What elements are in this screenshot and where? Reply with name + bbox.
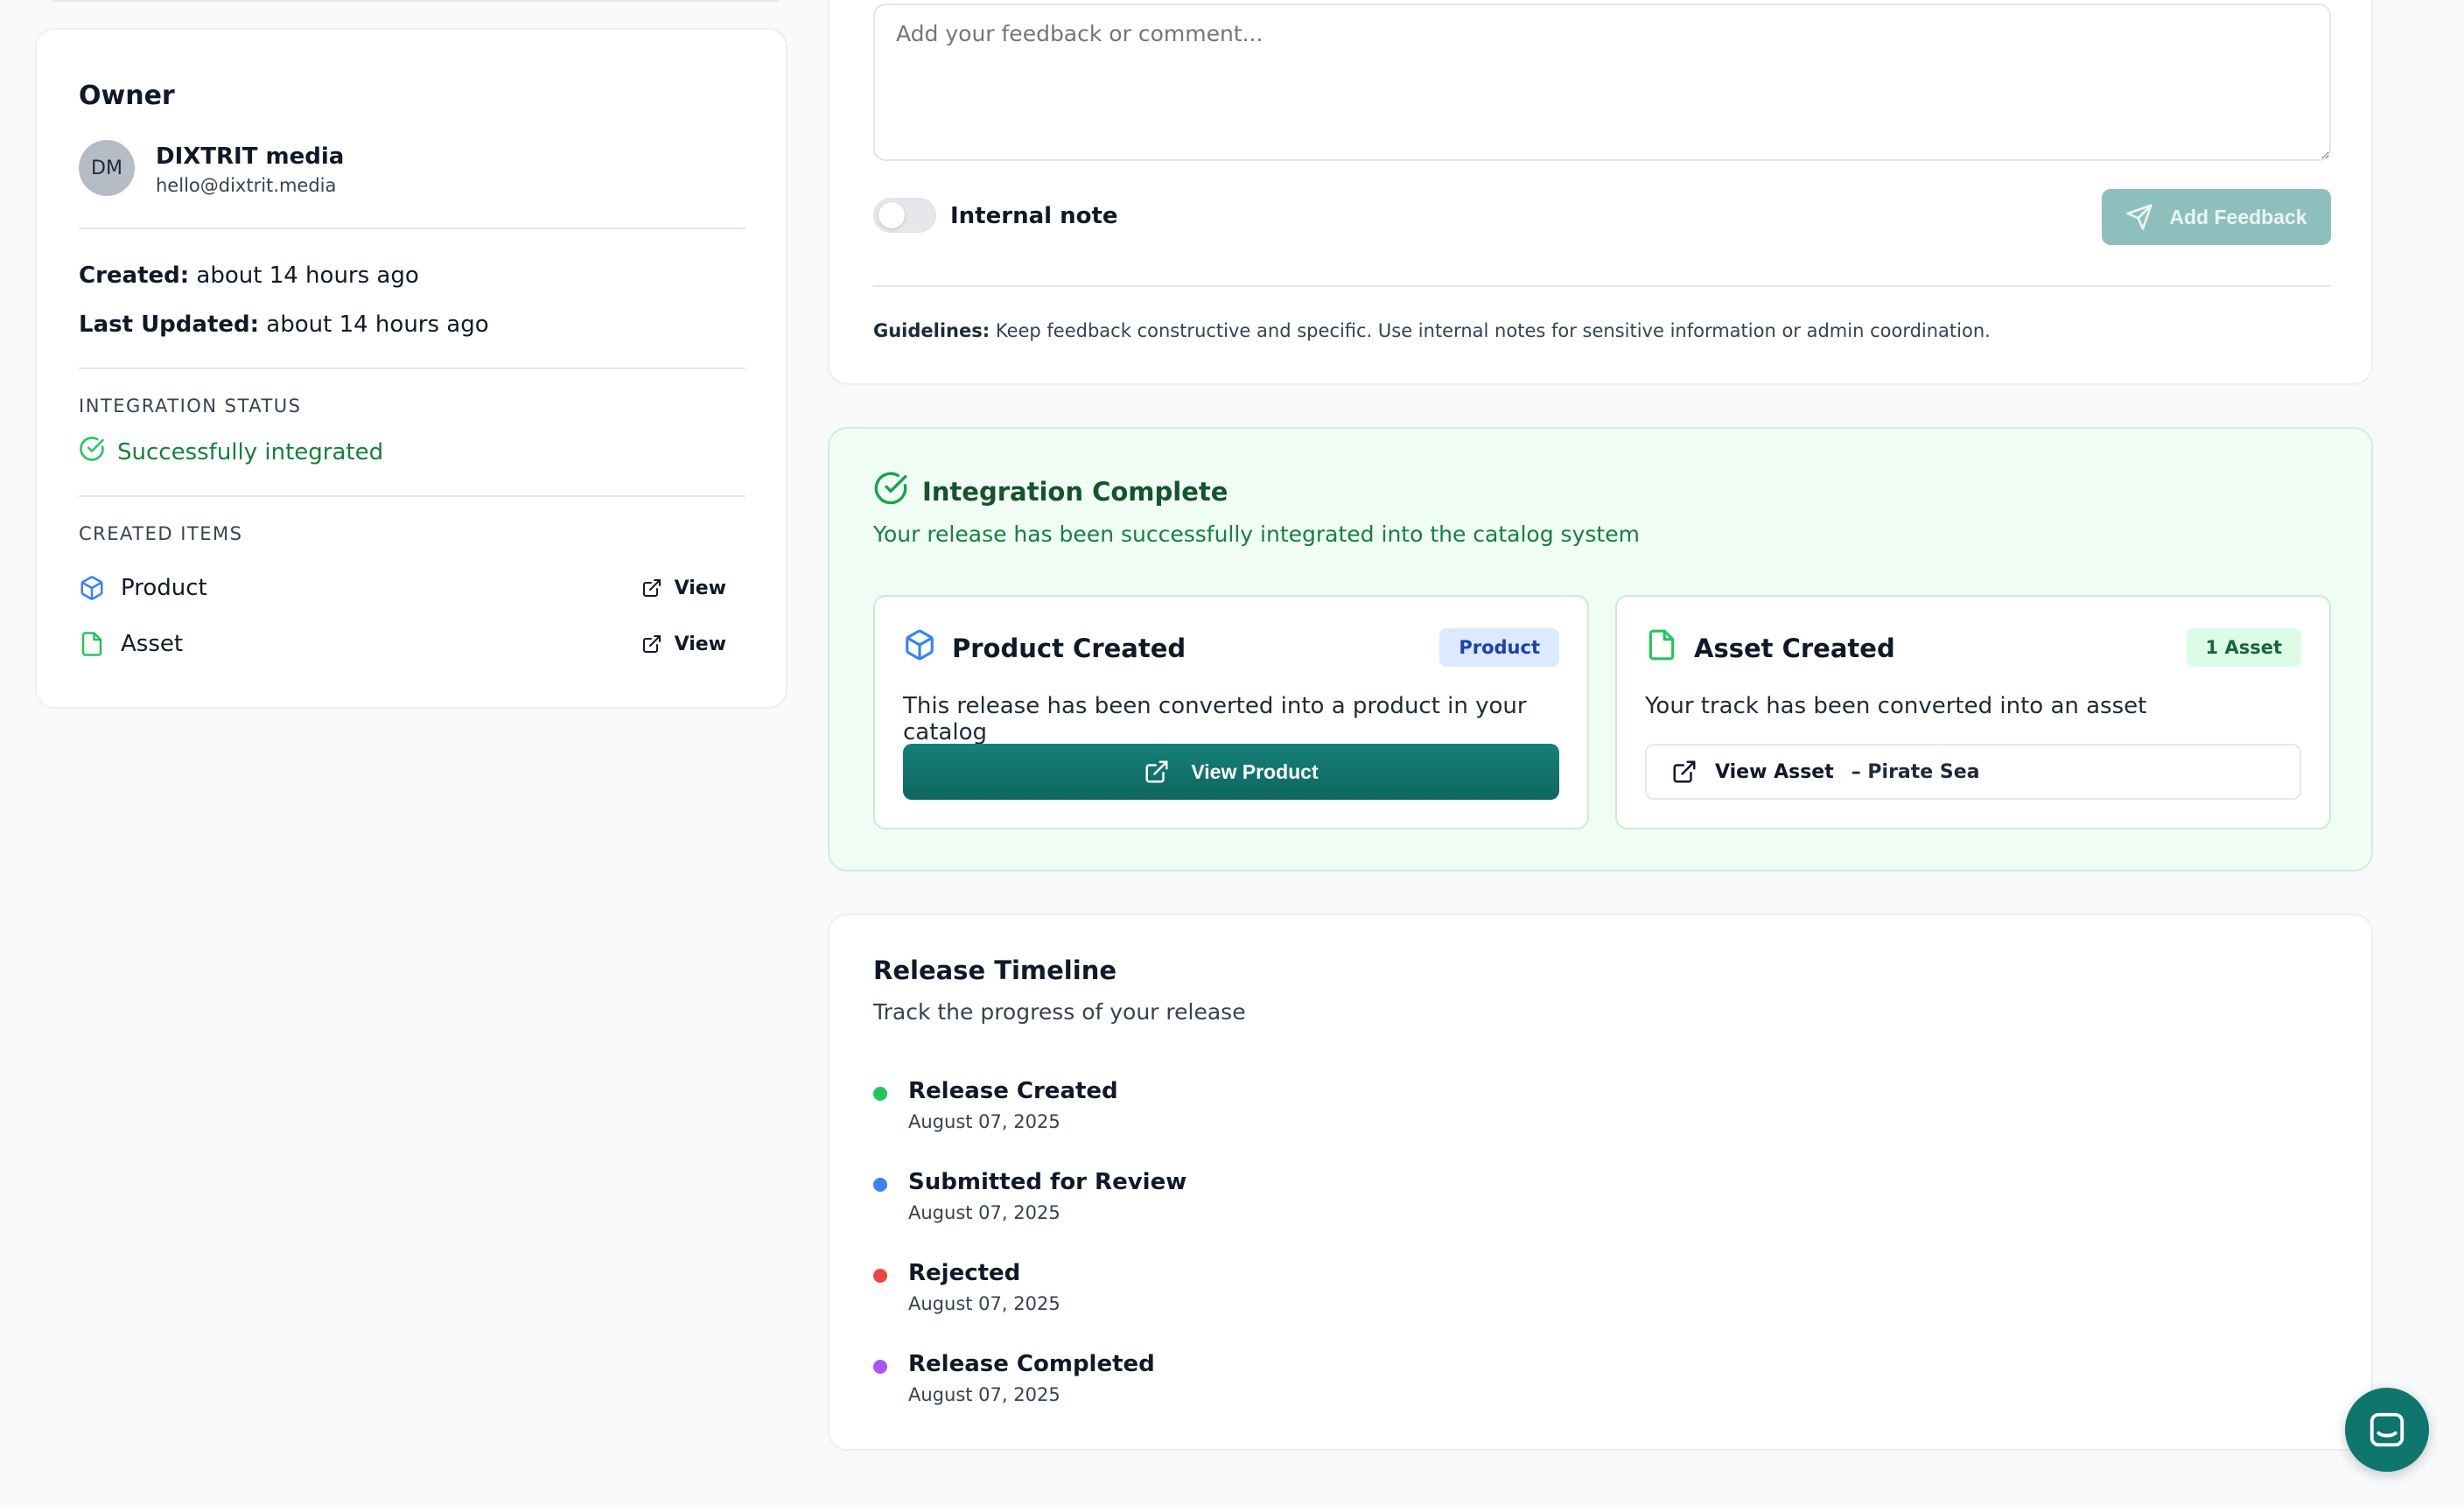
created-items-label: CREATED ITEMS <box>79 523 243 544</box>
owner-name: DIXTRIT media <box>156 144 345 170</box>
chat-icon <box>2370 1412 2404 1447</box>
status-dot <box>873 1178 887 1192</box>
created-value: about 14 hours ago <box>196 262 419 289</box>
check-circle-icon <box>873 471 908 512</box>
asset-created-heading: Asset Created <box>1645 628 1895 668</box>
created-label: Created: <box>79 262 190 289</box>
divider <box>873 285 2331 287</box>
integration-status-text: Successfully integrated <box>117 438 384 466</box>
view-asset-track-name: – Pirate Sea <box>1851 760 1980 783</box>
integration-title: Integration Complete <box>873 471 1228 512</box>
release-timeline-card: Release Timeline Track the progress of y… <box>828 914 2373 1451</box>
created-meta: Created: about 14 hours ago <box>79 262 419 289</box>
status-dot <box>873 1269 887 1283</box>
top-divider <box>52 0 779 2</box>
view-link-label: View <box>674 577 726 599</box>
page: Owner DM DIXTRIT media hello@dixtrit.med… <box>0 0 2464 1505</box>
timeline-item: Release Created August 07, 2025 <box>873 1078 1118 1132</box>
integration-complete-card: Integration Complete Your release has be… <box>828 427 2373 872</box>
product-created-description: This release has been converted into a p… <box>903 693 1527 746</box>
updated-label: Last Updated: <box>79 312 260 338</box>
guidelines: Guidelines: Keep feedback constructive a… <box>873 320 1991 341</box>
owner-card: Owner DM DIXTRIT media hello@dixtrit.med… <box>35 28 788 709</box>
view-asset-label: View Asset <box>1715 760 1834 783</box>
integration-title-text: Integration Complete <box>922 476 1228 507</box>
timeline-item-title: Rejected <box>908 1260 1021 1286</box>
feedback-card: Internal note Add Feedback Guidelines: K… <box>828 0 2373 385</box>
integration-status-label: INTEGRATION STATUS <box>79 396 302 416</box>
product-created-title: Product Created <box>952 633 1186 663</box>
file-icon <box>1645 628 1678 668</box>
status-dot <box>873 1360 887 1374</box>
asset-created-title: Asset Created <box>1694 633 1895 663</box>
timeline-item-date: August 07, 2025 <box>908 1111 1060 1132</box>
view-asset-link[interactable]: View <box>641 634 726 655</box>
divider <box>79 228 746 229</box>
integration-subtitle: Your release has been successfully integ… <box>873 522 1640 547</box>
timeline-item: Release Completed August 07, 2025 <box>873 1351 1155 1405</box>
created-item-label: Product <box>121 575 207 601</box>
guidelines-text: Keep feedback constructive and specific.… <box>995 320 1991 341</box>
created-item-product: Product View <box>79 574 726 602</box>
timeline-subtitle: Track the progress of your release <box>873 999 1246 1025</box>
divider <box>79 495 746 497</box>
timeline-item: Submitted for Review August 07, 2025 <box>873 1169 1186 1223</box>
timeline-item-date: August 07, 2025 <box>908 1202 1060 1223</box>
external-link-icon <box>642 579 661 597</box>
external-link-icon <box>1673 760 1696 783</box>
toggle-knob <box>878 202 905 228</box>
product-badge: Product <box>1439 628 1559 667</box>
internal-note-toggle[interactable] <box>873 198 936 233</box>
owner-title: Owner <box>79 80 175 111</box>
timeline-item-date: August 07, 2025 <box>908 1293 1060 1314</box>
internal-note-label: Internal note <box>950 203 1118 229</box>
updated-meta: Last Updated: about 14 hours ago <box>79 312 489 338</box>
external-link-icon <box>1145 760 1168 783</box>
add-feedback-button[interactable]: Add Feedback <box>2102 189 2331 245</box>
check-circle-icon <box>79 436 105 468</box>
product-created-card: Product Created Product This release has… <box>873 595 1589 830</box>
divider <box>79 368 746 369</box>
guidelines-label: Guidelines: <box>873 320 990 341</box>
view-product-link[interactable]: View <box>641 578 726 599</box>
file-icon <box>79 630 107 658</box>
asset-created-card: Asset Created 1 Asset Your track has bee… <box>1615 595 2331 830</box>
timeline-item-title: Release Created <box>908 1078 1118 1104</box>
asset-created-description: Your track has been converted into an as… <box>1645 693 2147 719</box>
asset-count-badge: 1 Asset <box>2186 628 2301 667</box>
view-link-label: View <box>674 633 726 655</box>
timeline-item-title: Release Completed <box>908 1351 1155 1377</box>
integration-status: Successfully integrated <box>79 436 383 468</box>
view-asset-button[interactable]: View Asset – Pirate Sea <box>1645 744 2301 800</box>
external-link-icon <box>642 635 661 653</box>
timeline-item-title: Submitted for Review <box>908 1169 1187 1195</box>
add-feedback-label: Add Feedback <box>2169 205 2307 228</box>
feedback-input[interactable] <box>873 4 2331 161</box>
avatar: DM <box>79 140 135 196</box>
send-icon <box>2126 204 2153 230</box>
cube-icon <box>79 574 107 602</box>
timeline-item-date: August 07, 2025 <box>908 1384 1060 1405</box>
status-dot <box>873 1087 887 1101</box>
view-product-label: View Product <box>1191 760 1319 783</box>
timeline-title: Release Timeline <box>873 956 1117 985</box>
cube-icon <box>903 628 936 668</box>
chat-launcher-button[interactable] <box>2345 1388 2429 1472</box>
updated-value: about 14 hours ago <box>266 312 489 338</box>
view-product-button[interactable]: View Product <box>903 744 1559 800</box>
created-item-label: Asset <box>121 631 184 657</box>
product-created-heading: Product Created <box>903 628 1186 668</box>
created-item-asset: Asset View <box>79 630 726 658</box>
timeline-item: Rejected August 07, 2025 <box>873 1260 1060 1314</box>
owner-email: hello@dixtrit.media <box>156 175 337 196</box>
